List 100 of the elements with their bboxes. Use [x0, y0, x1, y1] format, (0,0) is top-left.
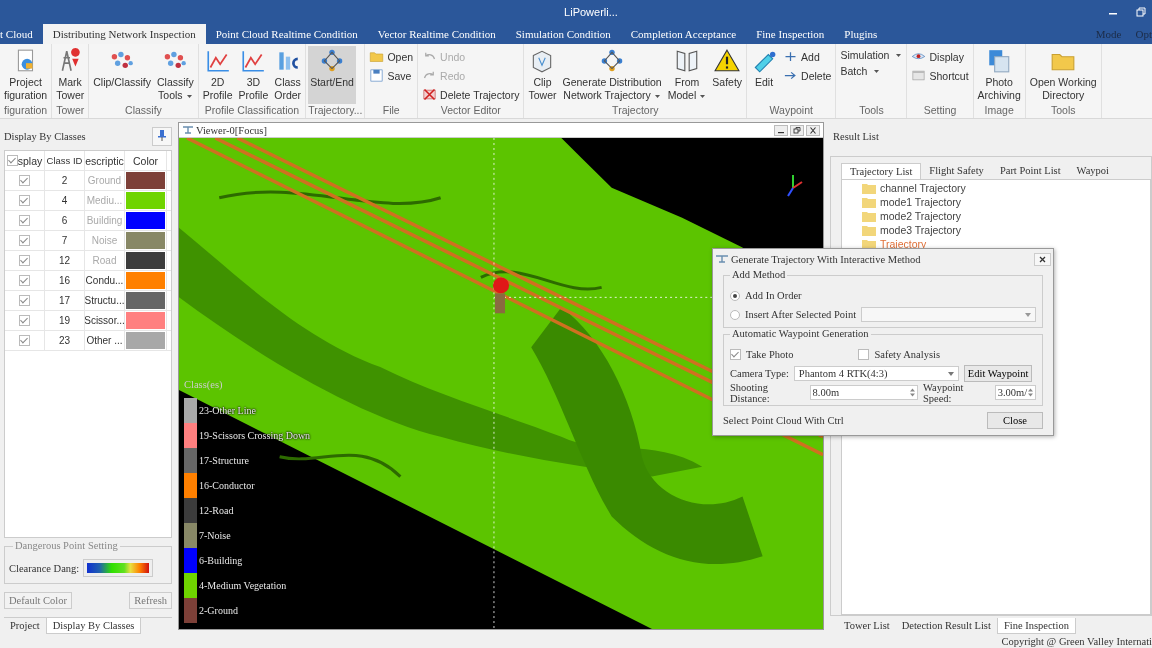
- ribbon-button[interactable]: 3D Profile: [236, 46, 271, 104]
- panel-tab[interactable]: Project: [4, 618, 46, 634]
- tree-item[interactable]: mode3 Trajectory: [880, 224, 962, 236]
- tree-item[interactable]: channel Trajectory: [880, 182, 966, 194]
- spinner-arrows-icon[interactable]: [1028, 388, 1033, 397]
- ribbon-button[interactable]: Delete Trajectory: [420, 86, 522, 103]
- camera-dropdown[interactable]: Phantom 4 RTK(4:3): [793, 366, 959, 381]
- minimize-button[interactable]: [774, 124, 788, 136]
- ribbon-button[interactable]: Add: [781, 48, 834, 65]
- restore-button[interactable]: [790, 124, 804, 136]
- menu-tab[interactable]: Distributing Network Inspection: [42, 24, 206, 44]
- close-button[interactable]: Close: [987, 412, 1043, 429]
- panel-button[interactable]: Default Color: [4, 592, 73, 609]
- color-swatch[interactable]: [126, 232, 165, 249]
- row-checkbox[interactable]: [19, 175, 30, 186]
- group-label: Classify: [124, 104, 163, 118]
- color-swatch[interactable]: [126, 332, 165, 349]
- row-checkbox[interactable]: [19, 215, 30, 226]
- number-field[interactable]: 8.00m: [809, 385, 918, 400]
- ribbon-button[interactable]: Clip/Classify: [91, 46, 153, 104]
- group-label: Trajectory...: [308, 104, 363, 118]
- menu-tab[interactable]: Fine Inspection: [746, 24, 835, 44]
- checkbox[interactable]: [858, 349, 870, 360]
- radio-button[interactable]: [730, 290, 740, 301]
- row-checkbox[interactable]: [19, 235, 30, 246]
- cross-icon: [422, 87, 438, 102]
- pin-button[interactable]: [152, 126, 172, 146]
- ribbon-button[interactable]: Shortcut: [909, 67, 971, 84]
- caret-icon: [873, 68, 881, 74]
- panel-button[interactable]: Refresh: [129, 592, 172, 609]
- menu-tab[interactable]: Simulation Condition: [505, 24, 621, 44]
- close-icon: [1039, 255, 1046, 263]
- menu-tab[interactable]: Vector Realtime Condition: [367, 24, 506, 44]
- warning-icon: [714, 48, 741, 74]
- ribbon-button[interactable]: Delete: [781, 67, 834, 84]
- ribbon-button[interactable]: Display: [909, 48, 971, 65]
- tree-item[interactable]: mode2 Trajectory: [880, 210, 962, 222]
- ribbon-button[interactable]: 2D Profile: [200, 46, 235, 104]
- color-swatch[interactable]: [126, 272, 165, 289]
- ribbon-button[interactable]: Open: [367, 48, 416, 65]
- menu-tab[interactable]: t Cloud: [0, 24, 43, 44]
- row-checkbox[interactable]: [19, 195, 30, 206]
- menu-tab[interactable]: Plugins: [834, 24, 888, 44]
- ribbon-button[interactable]: Photo Archiving: [975, 46, 1023, 104]
- menu-tab[interactable]: Completion Acceptance: [620, 24, 747, 44]
- panel-tab[interactable]: Detection Result List: [895, 618, 997, 634]
- panel-tab[interactable]: Tower List: [838, 618, 896, 634]
- panel-tab[interactable]: Part Point List: [991, 163, 1069, 179]
- dropdown-field[interactable]: [861, 307, 1036, 322]
- close-button[interactable]: [1034, 252, 1051, 266]
- panel-tab[interactable]: Flight Safety: [921, 163, 992, 179]
- radio-button[interactable]: [730, 309, 740, 320]
- group-title: Dangerous Point Setting: [13, 540, 120, 551]
- row-checkbox[interactable]: [19, 255, 30, 266]
- row-checkbox[interactable]: [19, 335, 30, 346]
- number-field[interactable]: 3.00m/: [994, 385, 1036, 400]
- row-checkbox[interactable]: [19, 275, 30, 286]
- row-checkbox[interactable]: [19, 295, 30, 306]
- color-swatch[interactable]: [126, 252, 165, 269]
- tree-item[interactable]: mode1 Trajectory: [880, 196, 962, 208]
- row-checkbox[interactable]: [19, 315, 30, 326]
- ribbon-button[interactable]: Mark Tower: [54, 46, 87, 104]
- ribbon-button[interactable]: Project figuration: [2, 46, 50, 104]
- ribbon-button[interactable]: Generate Distribution Network Trajectory: [560, 46, 664, 104]
- folder-icon: [862, 182, 876, 194]
- panel-tab[interactable]: Trajectory List: [841, 163, 922, 179]
- ribbon-button[interactable]: Classify Tools: [155, 46, 196, 104]
- ribbon-button[interactable]: Start/End: [308, 46, 356, 104]
- ribbon-button[interactable]: Simulation: [838, 48, 905, 62]
- field-label: Clearance Dang:: [9, 562, 80, 574]
- header-checkbox[interactable]: [6, 155, 18, 166]
- color-swatch[interactable]: [126, 172, 165, 189]
- ribbon-button[interactable]: Clip Tower: [526, 46, 559, 104]
- group-label: Profile Classification: [203, 104, 301, 118]
- restore-icon[interactable]: [1136, 7, 1146, 17]
- group-label: Trajectory: [611, 104, 660, 118]
- color-ramp-button[interactable]: [83, 559, 154, 577]
- ribbon-button[interactable]: Edit: [749, 46, 780, 104]
- ribbon-button[interactable]: Safety: [710, 46, 745, 104]
- ribbon-button[interactable]: Batch: [838, 64, 905, 78]
- edit-waypoint-button[interactable]: Edit Waypoint: [963, 365, 1033, 382]
- color-swatch[interactable]: [126, 312, 165, 329]
- panel-tab[interactable]: Fine Inspection: [996, 618, 1076, 634]
- window-icon: [911, 68, 927, 83]
- checkbox[interactable]: [730, 349, 741, 360]
- ribbon-button[interactable]: Open Working Directory: [1027, 46, 1099, 104]
- legend-label: 7-Noise: [199, 530, 231, 541]
- color-swatch[interactable]: [126, 192, 165, 209]
- panel-tab[interactable]: Waypoi: [1068, 163, 1117, 179]
- color-swatch[interactable]: [126, 292, 165, 309]
- ribbon-button[interactable]: Save: [367, 67, 416, 84]
- ribbon-button[interactable]: From Model: [665, 46, 709, 104]
- panel-tab[interactable]: Display By Classes: [45, 618, 142, 634]
- close-button[interactable]: [806, 124, 820, 136]
- spinner-arrows-icon[interactable]: [909, 388, 915, 397]
- color-swatch[interactable]: [126, 212, 165, 229]
- option-label: Add In Order: [745, 290, 802, 301]
- menu-tab[interactable]: Point Cloud Realtime Condition: [205, 24, 368, 44]
- ribbon-button[interactable]: Class Order: [272, 46, 304, 104]
- table-cell: 2: [45, 171, 85, 190]
